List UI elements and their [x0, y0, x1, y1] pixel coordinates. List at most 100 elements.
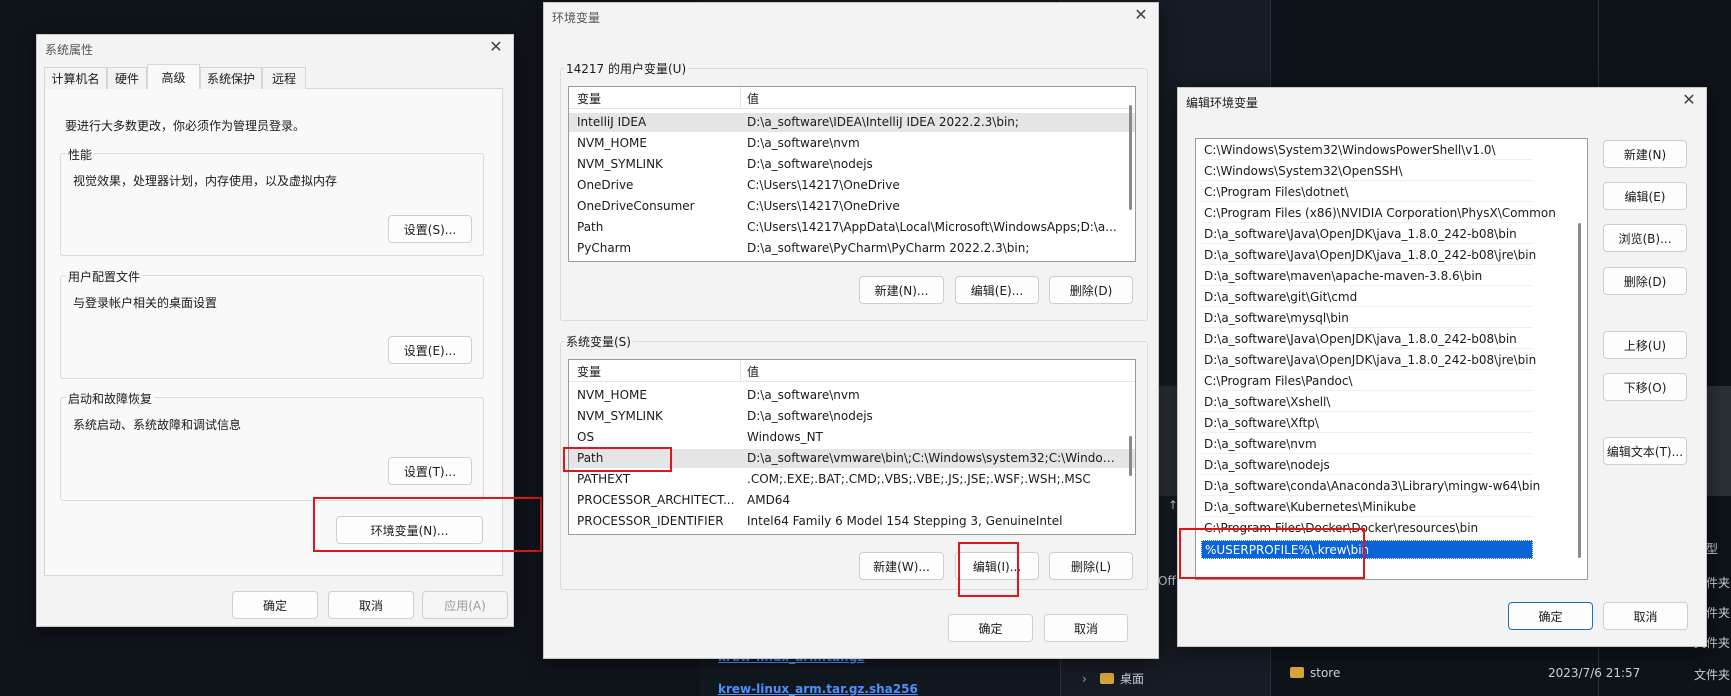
- list-item[interactable]: C:\Program Files\Docker\Docker\resources…: [1201, 519, 1533, 538]
- background-text-fragment: Off: [1158, 574, 1176, 588]
- list-item[interactable]: C:\Program Files\Pandoc\: [1201, 372, 1533, 391]
- table-row[interactable]: OneDriveConsumer C:\Users\14217\OneDrive: [569, 197, 1135, 216]
- folder-row-store[interactable]: store: [1290, 666, 1340, 680]
- list-item[interactable]: C:\Windows\System32\OpenSSH\: [1201, 162, 1533, 181]
- tab-system-protection[interactable]: 系统保护: [200, 67, 262, 89]
- table-row[interactable]: PROCESSOR_ARCHITECT... AMD64: [569, 491, 1135, 510]
- list-item[interactable]: D:\a_software\Xshell\: [1201, 393, 1533, 412]
- close-icon[interactable]: ✕: [1132, 7, 1150, 25]
- ok-button[interactable]: 确定: [1508, 602, 1593, 630]
- startup-recovery-settings-button[interactable]: 设置(T)...: [388, 457, 472, 485]
- list-item[interactable]: C:\Program Files\dotnet\: [1201, 183, 1533, 202]
- table-row[interactable]: OneDrive C:\Users\14217\OneDrive: [569, 176, 1135, 195]
- list-item[interactable]: D:\a_software\Java\OpenJDK\java_1.8.0_24…: [1201, 246, 1536, 265]
- browse-button[interactable]: 浏览(B)...: [1603, 224, 1687, 252]
- cancel-button[interactable]: 取消: [1603, 602, 1688, 630]
- tab-hardware[interactable]: 硬件: [107, 67, 147, 89]
- column-header-value[interactable]: 值: [747, 90, 759, 107]
- table-row[interactable]: PyCharm D:\a_software\PyCharm\PyCharm 202…: [569, 239, 1135, 258]
- close-icon[interactable]: ✕: [487, 39, 505, 57]
- list-item-selected[interactable]: %USERPROFILE%\.krew\bin: [1201, 540, 1533, 559]
- group-title: 14217 的用户变量(U): [564, 60, 689, 77]
- folder-date: 2023/7/6 21:57: [1548, 666, 1641, 680]
- new-entry-button[interactable]: 新建(N): [1603, 140, 1687, 168]
- cancel-button[interactable]: 取消: [328, 591, 414, 619]
- group-title: 用户配置文件: [66, 268, 143, 285]
- ok-button[interactable]: 确定: [948, 614, 1033, 642]
- table-row[interactable]: OS Windows_NT: [569, 428, 1135, 447]
- list-item[interactable]: D:\a_software\Java\OpenJDK\java_1.8.0_24…: [1201, 330, 1533, 349]
- group-startup-recovery: [60, 397, 484, 501]
- close-icon[interactable]: ✕: [1680, 92, 1698, 110]
- system-new-button[interactable]: 新建(W)...: [859, 552, 944, 580]
- group-title: 启动和故障恢复: [66, 390, 155, 407]
- table-row[interactable]: NVM_SYMLINK D:\a_software\nodejs: [569, 407, 1135, 426]
- move-down-button[interactable]: 下移(O): [1603, 373, 1687, 401]
- table-row[interactable]: PATHEXT .COM;.EXE;.BAT;.CMD;.VBS;.VBE;.JS…: [569, 470, 1135, 489]
- folder-icon: [1100, 673, 1114, 684]
- environment-variables-button[interactable]: 环境变量(N)...: [336, 516, 483, 544]
- cancel-button[interactable]: 取消: [1044, 614, 1128, 642]
- window-title: 系统属性: [45, 43, 94, 57]
- system-delete-button[interactable]: 删除(L): [1049, 552, 1133, 580]
- column-header-value[interactable]: 值: [747, 363, 759, 380]
- group-description: 视觉效果，处理器计划，内存使用，以及虚拟内存: [73, 174, 338, 188]
- table-row[interactable]: NVM_HOME D:\a_software\nvm: [569, 134, 1135, 153]
- system-variables-table[interactable]: 变量 值 NVM_HOME D:\a_software\nvm NVM_SYMLI…: [568, 359, 1136, 535]
- edit-text-button[interactable]: 编辑文本(T)...: [1603, 437, 1687, 465]
- edit-entry-button[interactable]: 编辑(E): [1603, 182, 1687, 210]
- folder-type: 文件夹: [1694, 668, 1731, 682]
- table-row[interactable]: NVM_SYMLINK D:\a_software\nodejs: [569, 155, 1135, 174]
- user-new-button[interactable]: 新建(N)...: [859, 276, 944, 304]
- user-variables-table[interactable]: 变量 值 IntelliJ IDEA D:\a_software\IDEA\Int…: [568, 86, 1136, 262]
- table-row[interactable]: IntelliJ IDEA D:\a_software\IDEA\IntelliJ…: [569, 113, 1135, 132]
- file-item[interactable]: krew-linux_arm.tar.gz.sha256: [718, 682, 918, 696]
- user-delete-button[interactable]: 删除(D): [1049, 276, 1133, 304]
- list-item[interactable]: D:\a_software\Java\OpenJDK\java_1.8.0_24…: [1201, 225, 1533, 244]
- column-fragment: 型: [1706, 542, 1719, 556]
- tab-computer-name[interactable]: 计算机名: [44, 67, 107, 89]
- column-header-variable[interactable]: 变量: [577, 90, 601, 107]
- table-header: 变量 值: [569, 87, 1135, 109]
- tree-item-desktop[interactable]: › 桌面: [1082, 670, 1144, 687]
- tab-remote[interactable]: 远程: [262, 67, 306, 89]
- list-item[interactable]: C:\Program Files (x86)\NVIDIA Corporatio…: [1201, 204, 1556, 223]
- scrollbar[interactable]: [1129, 105, 1132, 210]
- user-profiles-settings-button[interactable]: 设置(E)...: [388, 336, 472, 364]
- table-row[interactable]: NVM_HOME D:\a_software\nvm: [569, 386, 1135, 405]
- path-entries-list[interactable]: C:\Windows\System32\WindowsPowerShell\v1…: [1195, 138, 1588, 580]
- group-title: 系统变量(S): [564, 333, 633, 350]
- apply-button[interactable]: 应用(A): [422, 591, 508, 619]
- performance-settings-button[interactable]: 设置(S)...: [388, 215, 472, 243]
- table-row-selected[interactable]: Path D:\a_software\vmware\bin\;C:\Windows…: [569, 449, 1135, 468]
- scrollbar[interactable]: [1578, 223, 1581, 558]
- delete-entry-button[interactable]: 删除(D): [1603, 267, 1687, 295]
- list-item[interactable]: D:\a_software\conda\Anaconda3\Library\mi…: [1201, 477, 1540, 496]
- system-edit-button[interactable]: 编辑(I)...: [955, 552, 1039, 580]
- user-edit-button[interactable]: 编辑(E)...: [955, 276, 1039, 304]
- move-up-button[interactable]: 上移(U): [1603, 331, 1687, 359]
- scrollbar[interactable]: [1129, 436, 1132, 476]
- window-title: 编辑环境变量: [1186, 96, 1259, 110]
- group-description: 系统启动、系统故障和调试信息: [73, 418, 242, 432]
- group-title: 性能: [66, 146, 95, 163]
- column-header-variable[interactable]: 变量: [577, 363, 601, 380]
- table-row[interactable]: Path C:\Users\14217\AppData\Local\Microso…: [569, 218, 1135, 237]
- admin-note: 要进行大多数更改，你必须作为管理员登录。: [65, 119, 306, 133]
- tab-advanced[interactable]: 高级: [147, 64, 200, 89]
- table-row[interactable]: PROCESSOR_IDENTIFIER Intel64 Family 6 Mod…: [569, 512, 1135, 531]
- list-item[interactable]: D:\a_software\git\Git\cmd: [1201, 288, 1533, 307]
- list-item[interactable]: D:\a_software\Xftp\: [1201, 414, 1533, 433]
- list-item[interactable]: D:\a_software\nvm: [1201, 435, 1533, 454]
- list-item[interactable]: D:\a_software\Kubernetes\Minikube: [1201, 498, 1533, 517]
- folder-icon: [1290, 667, 1304, 678]
- column-separator: [740, 87, 741, 109]
- column-separator: [740, 360, 741, 382]
- list-item[interactable]: C:\Windows\System32\WindowsPowerShell\v1…: [1201, 141, 1533, 160]
- list-item[interactable]: D:\a_software\mysql\bin: [1201, 309, 1533, 328]
- ok-button[interactable]: 确定: [232, 591, 318, 619]
- list-item[interactable]: D:\a_software\nodejs: [1201, 456, 1533, 475]
- list-item[interactable]: D:\a_software\maven\apache-maven-3.8.6\b…: [1201, 267, 1533, 286]
- list-item[interactable]: D:\a_software\Java\OpenJDK\java_1.8.0_24…: [1201, 351, 1536, 370]
- file-link[interactable]: krew-linux_arm.tar.gz.sha256: [718, 682, 918, 696]
